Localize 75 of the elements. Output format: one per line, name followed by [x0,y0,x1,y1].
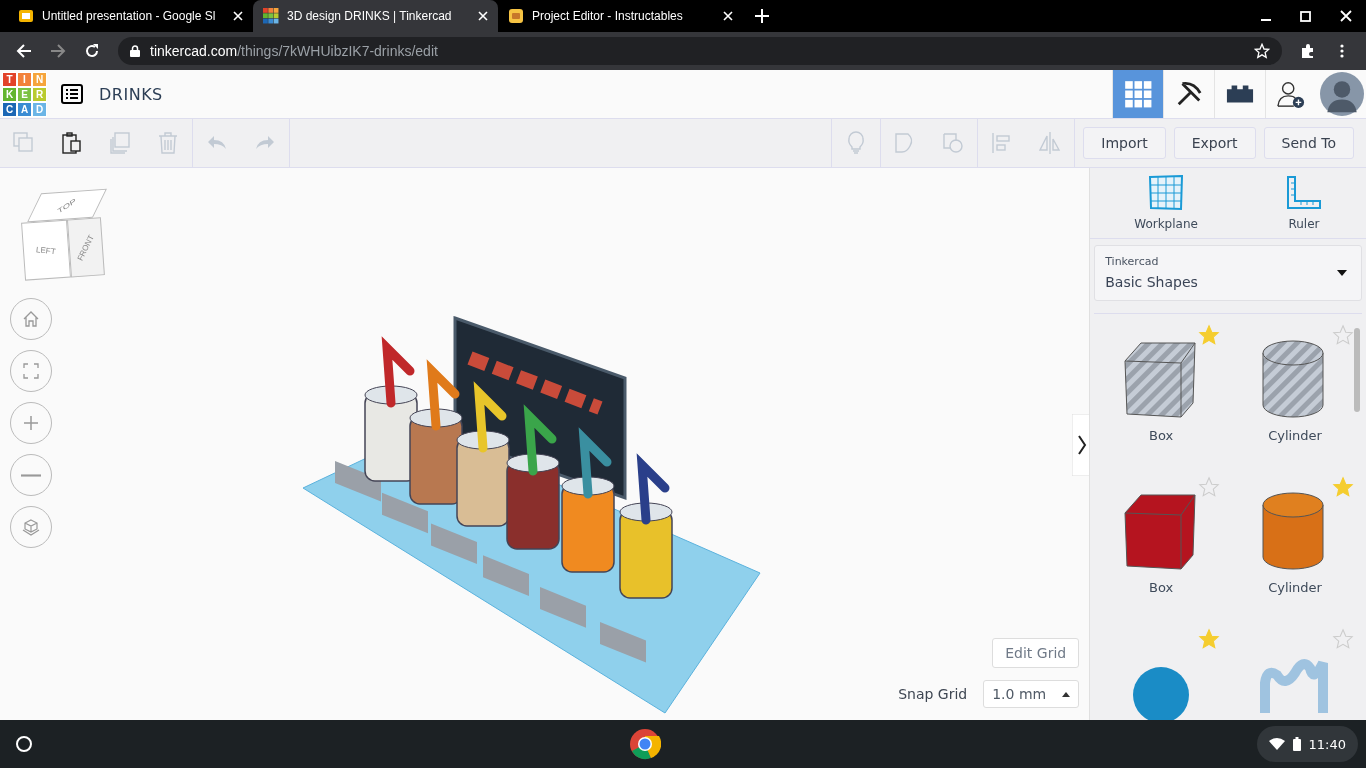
paste-icon[interactable] [60,131,84,155]
shape-library-dropdown[interactable]: Tinkercad Basic Shapes [1094,244,1362,301]
slides-icon [18,8,34,24]
robot-icon [508,8,524,24]
avatar-icon[interactable] [1320,72,1364,116]
zoom-in-icon [21,413,41,433]
library-caption: Tinkercad [1105,255,1160,269]
tab-title: Project Editor - Instructables [532,9,684,23]
grid-icon [1124,80,1152,108]
design-list-icon[interactable] [61,84,83,104]
snap-grid-select[interactable]: 1.0 mm [983,680,1080,708]
ruler-button[interactable]: Ruler [1277,170,1330,235]
zoom-in-button[interactable] [10,402,52,444]
perspective-icon [21,517,41,537]
workplane-button[interactable]: Workplane [1126,170,1206,235]
tab-title: 3D design DRINKS | Tinkercad [287,9,453,23]
fit-icon [21,361,41,381]
add-user-icon [1277,80,1305,108]
wifi-icon [1268,738,1285,750]
status-tray[interactable]: 11:40 [1256,726,1358,762]
edit-grid-button[interactable]: Edit Grid [992,638,1080,668]
tinkercad-logo[interactable]: T I N K E R C A D [2,71,47,117]
close-icon[interactable] [723,11,733,21]
reload-icon[interactable] [84,43,100,59]
close-icon[interactable] [478,11,488,21]
ruler-icon [1285,174,1322,211]
action-button[interactable]: Import [1083,127,1166,159]
cube-face-label: TOP [56,196,77,215]
tool-label: Ruler [1288,216,1320,231]
workplane-icon [1148,174,1185,211]
star-icon[interactable] [1332,475,1354,498]
perspective-button[interactable] [10,506,52,548]
zoom-out-icon [21,473,41,477]
back-icon[interactable] [16,43,32,59]
address-bar[interactable]: tinkercad.com/things/7kWHUibzIK7-drinks/edit [118,37,1282,65]
caret-icon [1062,691,1071,697]
url-text: tinkercad.com/things/7kWHUibzIK7-drinks/edit [150,43,438,59]
home-button[interactable] [10,298,52,340]
clock-time: 11:40 [1308,736,1346,752]
star-icon[interactable] [1198,627,1221,650]
tool-label: Workplane [1134,216,1198,231]
new-tab-icon[interactable] [755,9,769,23]
browser-tab[interactable]: Project Editor - Instructables [498,0,743,32]
snap-grid-label: Snap Grid [898,686,968,702]
star-icon[interactable] [1332,323,1354,346]
tab-title: Untitled presentation - Google Sl [42,9,217,23]
restore-icon[interactable] [1300,10,1312,22]
lock-icon [130,45,140,57]
pickaxe-icon [1175,80,1203,108]
cube-face-label: LEFT [36,244,57,256]
close-icon[interactable] [233,11,243,21]
shape-label: Cylinder [1268,579,1322,595]
browser-tab[interactable]: 3D design DRINKS | Tinkercad [253,0,498,32]
shape-label: Box [1149,579,1174,595]
bookmark-star-icon[interactable] [1254,43,1270,59]
browser-tab[interactable]: Untitled presentation - Google Sl [8,0,253,32]
shape-label: Box [1149,427,1174,443]
star-icon[interactable] [1198,475,1221,498]
chevron-right-icon[interactable] [1072,414,1090,476]
caret-icon [1337,269,1347,276]
library-name: Basic Shapes [1105,274,1199,291]
launcher-icon[interactable] [14,734,34,754]
home-icon [21,309,41,329]
battery-icon [1292,737,1301,751]
action-button[interactable]: Send To [1263,127,1354,159]
forward-icon[interactable] [50,43,66,59]
star-icon[interactable] [1198,323,1221,346]
shape-label: Cylinder [1268,427,1322,443]
close-icon[interactable] [1340,10,1352,22]
star-icon[interactable] [1332,627,1354,650]
design-name[interactable]: DRINKS [99,84,163,104]
action-button[interactable]: Export [1173,127,1256,159]
extensions-icon[interactable] [1300,43,1316,59]
tinkercad-logo-icon [263,8,279,24]
chrome-icon[interactable] [629,728,662,760]
